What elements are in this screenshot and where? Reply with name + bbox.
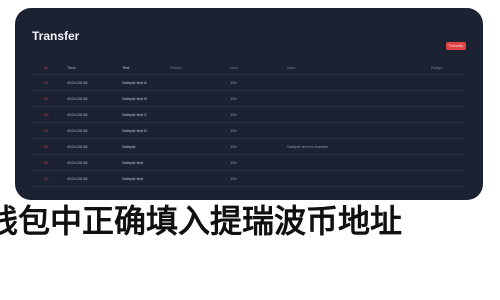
transfer-button[interactable]: Transfer — [446, 42, 466, 50]
row-id: 01 — [44, 80, 49, 85]
row-id: 03 — [44, 112, 49, 117]
row-text: Sample — [122, 144, 136, 149]
row-note: Sample text for transfer — [287, 139, 437, 154]
row-num: 100 — [230, 96, 237, 101]
row-text: Sample text — [122, 176, 144, 181]
row-text: Sample text B — [122, 96, 147, 101]
row-id: 07 — [44, 176, 49, 181]
row-time: 2024-08-08 — [67, 112, 88, 117]
row-num: 100 — [230, 176, 237, 181]
header-text: Text — [122, 65, 130, 70]
header-time: Time — [67, 65, 76, 70]
row-id: 02 — [44, 96, 49, 101]
table-row[interactable]: 072024-08-08Sample textFailed100Status — [32, 171, 465, 187]
note-text: Sample text for transfer — [287, 144, 329, 149]
table-row[interactable]: 052024-08-08SampleFailed100Sample text f… — [32, 139, 465, 155]
header-badge: Badge — [431, 65, 443, 70]
banner-text: 钱包中正确填入提瑞波币地址 — [0, 204, 403, 238]
transfer-window: Transfer Transfer ID Time Text Status Nu… — [15, 8, 483, 200]
row-text: Sample text C — [122, 112, 148, 117]
table-row[interactable]: 012024-08-08Sample text APending100Statu… — [32, 75, 465, 91]
table-header-row: ID Time Text Status Num Note Badge — [32, 60, 465, 75]
row-num: 100 — [230, 160, 237, 165]
row-num: 100 — [230, 112, 237, 117]
row-num: 100 — [230, 128, 237, 133]
header-id: ID — [44, 65, 48, 70]
header-note: Note — [287, 65, 296, 70]
row-time: 2024-08-08 — [67, 96, 88, 101]
row-id: 05 — [44, 144, 49, 149]
header-num: Num — [230, 65, 239, 70]
row-num: 100 — [230, 144, 237, 149]
row-time: 2024-08-08 — [67, 160, 88, 165]
row-time: 2024-08-08 — [67, 80, 88, 85]
table-row[interactable]: 022024-08-08Sample text BFailed100Status — [32, 91, 465, 107]
row-num: 100 — [230, 80, 237, 85]
row-time: 2024-08-08 — [67, 144, 88, 149]
header-status: Status — [170, 65, 182, 70]
row-id: 06 — [44, 160, 49, 165]
row-time: 2024-08-08 — [67, 176, 88, 181]
table-row[interactable]: 032024-08-08Sample text CFailed100Status — [32, 107, 465, 123]
row-time: 2024-08-08 — [67, 128, 88, 133]
page-title: Transfer — [32, 29, 80, 43]
row-text: Sample text D — [122, 128, 148, 133]
table-row[interactable]: 042024-08-08Sample text DFailed100Status — [32, 123, 465, 139]
transfer-table: ID Time Text Status Num Note Badge 01 202… — [32, 60, 465, 187]
row-id: 04 — [44, 128, 49, 133]
row-text: Sample text A — [122, 80, 147, 85]
row-text: Sample text — [122, 160, 144, 165]
table-row[interactable]: 062024-08-08Sample textFailed100Status — [32, 155, 465, 171]
